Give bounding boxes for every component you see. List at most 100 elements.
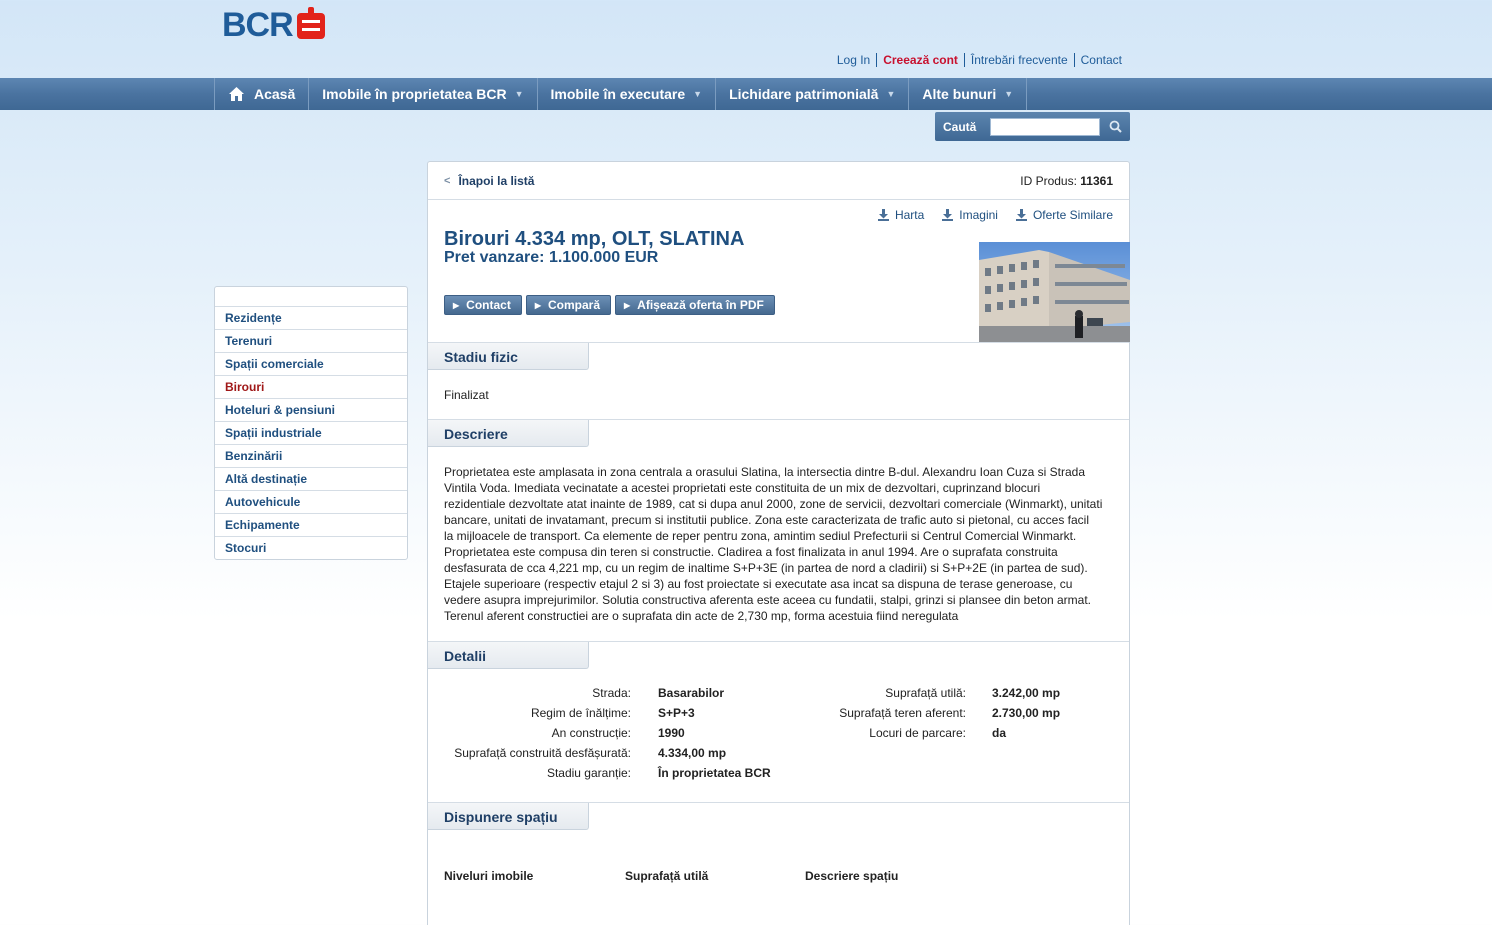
map-link[interactable]: Harta: [877, 208, 925, 222]
description-line: Proprietatea este compusa din teren si c…: [444, 545, 1058, 559]
login-link[interactable]: Log In: [831, 53, 876, 67]
column-header-niveluri: Niveluri imobile: [444, 869, 534, 883]
detail-value: 4.334,00 mp: [658, 746, 727, 760]
search-box: Caută: [935, 112, 1130, 141]
back-label: Înapoi la listă: [458, 174, 535, 188]
detail-label: Regim de înălțime:: [530, 706, 631, 720]
download-icon: [877, 209, 889, 221]
detail-label: Locuri de parcare:: [869, 726, 966, 740]
description-line: desfasurata de cca 4,221 mp, cu un regim…: [444, 561, 1088, 575]
chevron-down-icon: ▼: [514, 89, 524, 99]
nav-home[interactable]: Acasă: [214, 78, 308, 110]
detail-value: 2.730,00 mp: [992, 706, 1061, 720]
images-link[interactable]: Imagini: [942, 208, 998, 222]
detail-value: Basarabilor: [658, 686, 725, 700]
category-sidebar: Rezidențe Terenuri Spații comerciale Bir…: [214, 286, 408, 560]
sidebar-item-terenuri[interactable]: Terenuri: [215, 330, 407, 353]
top-links: Log In Creează cont Întrebări frecvente …: [831, 53, 1128, 67]
button-label: Compară: [547, 298, 600, 312]
nav-imobile-executare[interactable]: Imobile în executare ▼: [536, 78, 716, 110]
detail-label: Suprafață construită desfășurată:: [454, 746, 631, 760]
contact-button[interactable]: ▶ Contact: [444, 295, 522, 315]
detail-label: An construcție:: [551, 726, 631, 740]
product-panel: < Înapoi la listă ID Produs: 11361 Harta…: [427, 161, 1130, 925]
pdf-offer-button[interactable]: ▶ Afișează oferta în PDF: [615, 295, 775, 315]
section-detalii: Detalii Strada: Basarabilor Regim de înă…: [428, 641, 1129, 803]
sidebar-item-birouri[interactable]: Birouri: [215, 376, 407, 399]
similar-offers-link[interactable]: Oferte Similare: [1015, 208, 1113, 222]
section-stadiu-fizic: Stadiu fizic Finalizat: [428, 342, 1129, 420]
action-label: Oferte Similare: [1032, 208, 1113, 222]
nav-home-label: Acasă: [254, 86, 296, 102]
logo-s-mark-icon: [296, 7, 325, 39]
section-dispunere-spatiu: Dispunere spațiu Niveluri imobile Supraf…: [428, 802, 1129, 925]
product-price: Pret vanzare: 1.100.000 EUR: [444, 249, 659, 266]
product-title: Birouri 4.334 mp, OLT, SLATINA: [444, 228, 745, 250]
nav-alte-bunuri[interactable]: Alte bunuri ▼: [908, 78, 1028, 110]
action-label: Harta: [894, 208, 925, 222]
sidebar-item-autovehicule[interactable]: Autovehicule: [215, 491, 407, 514]
product-id: ID Produs: 11361: [1020, 174, 1113, 188]
sidebar-item-echipamente[interactable]: Echipamente: [215, 514, 407, 537]
sidebar-item-hoteluri[interactable]: Hoteluri & pensiuni: [215, 399, 407, 422]
description-line: Vintila Voda. Imediata vecinatate a aces…: [444, 481, 1041, 495]
stadiu-value: Finalizat: [444, 388, 489, 402]
faq-link[interactable]: Întrebări frecvente: [965, 53, 1074, 67]
detail-label: Suprafață utilă:: [885, 686, 966, 700]
bcr-logo[interactable]: BCR: [222, 6, 327, 44]
detail-label: Strada:: [592, 686, 631, 700]
search-icon: [1109, 120, 1122, 133]
description-text: Proprietatea este amplasata in zona cent…: [444, 464, 1114, 624]
nav-imobile-bcr[interactable]: Imobile în proprietatea BCR ▼: [308, 78, 536, 110]
search-input[interactable]: [990, 117, 1100, 136]
contact-link[interactable]: Contact: [1075, 53, 1128, 67]
compare-button[interactable]: ▶ Compară: [525, 295, 611, 315]
sidebar-item-stocuri[interactable]: Stocuri: [215, 537, 407, 560]
detail-value: În proprietatea BCR: [658, 766, 771, 780]
detail-value: S+P+3: [658, 706, 695, 720]
chevron-down-icon: ▼: [1004, 89, 1014, 99]
column-header-suprafata: Suprafață utilă: [625, 869, 709, 883]
back-to-list-link[interactable]: < Înapoi la listă: [444, 174, 534, 188]
sidebar-item-benzinarii[interactable]: Benzinării: [215, 445, 407, 468]
sidebar-item-alta-destinatie[interactable]: Altă destinație: [215, 468, 407, 491]
property-photo[interactable]: [979, 242, 1130, 342]
create-account-link[interactable]: Creează cont: [877, 53, 964, 67]
detail-value: da: [992, 726, 1007, 740]
main-navbar: Acasă Imobile în proprietatea BCR ▼ Imob…: [0, 78, 1492, 110]
description-line: Terenul aferent constructiei are o supra…: [444, 609, 959, 623]
description-line: bancare, unitati de invatamant, precum s…: [444, 513, 1089, 527]
chevron-left-icon: <: [444, 175, 451, 187]
play-arrow-icon: ▶: [453, 300, 460, 310]
search-button[interactable]: [1103, 116, 1127, 138]
nav-label: Imobile în proprietatea BCR: [322, 86, 507, 102]
section-heading: Stadiu fizic: [428, 343, 589, 370]
sidebar-item-rezidente[interactable]: Rezidențe: [215, 307, 407, 330]
panel-topbar: < Înapoi la listă ID Produs: 11361: [428, 162, 1129, 200]
download-icon: [942, 209, 954, 221]
nav-label: Lichidare patrimonială: [729, 86, 879, 102]
sidebar-item-spatii-comerciale[interactable]: Spații comerciale: [215, 353, 407, 376]
button-label: Contact: [466, 298, 511, 312]
nav-lichidare[interactable]: Lichidare patrimonială ▼: [715, 78, 908, 110]
nav-label: Alte bunuri: [922, 86, 997, 102]
sidebar-header: [215, 287, 407, 307]
product-buttons: ▶ Contact ▶ Compară ▶ Afișează oferta în…: [444, 295, 779, 315]
description-line: la mijloacele de transport. Ca elemente …: [444, 529, 1077, 543]
chevron-down-icon: ▼: [693, 89, 703, 99]
section-heading: Dispunere spațiu: [428, 803, 589, 830]
chevron-down-icon: ▼: [886, 89, 896, 99]
section-descriere: Descriere Proprietatea este amplasata in…: [428, 419, 1129, 641]
detail-label: Stadiu garanție:: [546, 766, 631, 780]
description-line: Proprietatea este amplasata in zona cent…: [444, 465, 1086, 479]
description-line: rezidentiale dezvoltate atat inainte de …: [444, 497, 1103, 511]
section-heading: Descriere: [428, 420, 589, 447]
play-arrow-icon: ▶: [624, 300, 631, 310]
home-icon: [229, 87, 244, 101]
detail-label: Suprafață teren aferent:: [839, 706, 966, 720]
column-header-descriere: Descriere spațiu: [805, 869, 899, 883]
sidebar-item-spatii-industriale[interactable]: Spații industriale: [215, 422, 407, 445]
detail-value: 3.242,00 mp: [992, 686, 1061, 700]
play-arrow-icon: ▶: [534, 300, 541, 310]
nav-label: Imobile în executare: [550, 86, 686, 102]
